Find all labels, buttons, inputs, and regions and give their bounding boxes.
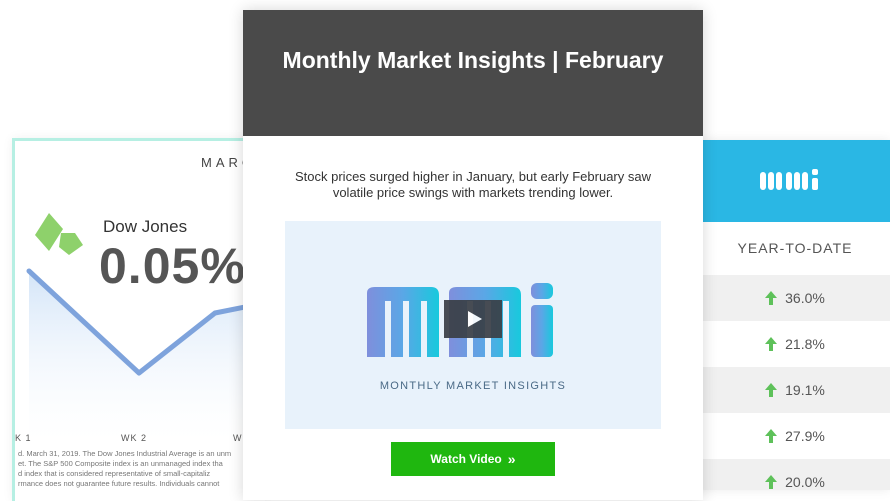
ytd-value: 19.1% (785, 382, 825, 398)
ytd-value: 20.0% (785, 474, 825, 490)
disclaimer-line: d. March 31, 2019. The Dow Jones Industr… (18, 449, 232, 458)
ytd-value: 36.0% (785, 290, 825, 306)
ytd-row: 36.0% (700, 275, 890, 321)
up-arrow-icon (765, 337, 778, 351)
email-intro-text: Stock prices surged higher in January, b… (273, 169, 673, 201)
intro-line: Stock prices surged higher in January, b… (295, 169, 651, 184)
disclaimer-text: d. March 31, 2019. The Dow Jones Industr… (18, 449, 264, 489)
email-header: Monthly Market Insights | February (243, 10, 703, 136)
double-chevron-right-icon: » (507, 451, 516, 467)
week-label-1: K 1 (15, 433, 32, 443)
dow-jones-line-chart (26, 268, 265, 441)
email-title: Monthly Market Insights | February (282, 46, 664, 73)
play-icon (467, 311, 482, 327)
ytd-value: 27.9% (785, 428, 825, 444)
up-arrow-icon (765, 383, 778, 397)
play-button[interactable] (444, 300, 502, 338)
disclaimer-line: rmance does not guarantee future results… (18, 479, 220, 488)
video-caption: MONTHLY MARKET INSIGHTS (379, 380, 567, 392)
up-arrow-icon (765, 291, 778, 305)
ytd-heading: YEAR-TO-DATE (737, 240, 853, 256)
week-label-3: W (233, 433, 243, 443)
disclaimer-line: et. The S&P 500 Composite index is an un… (18, 459, 223, 468)
video-thumbnail[interactable]: MONTHLY MARKET INSIGHTS (285, 221, 661, 429)
ytd-value: 21.8% (785, 336, 825, 352)
disclaimer-line: d index that is considered representativ… (18, 469, 211, 478)
ytd-row: 20.0% (700, 459, 890, 490)
mmi-logo-icon (760, 169, 818, 190)
ytd-row: 21.8% (700, 321, 890, 367)
index-name: Dow Jones (103, 217, 188, 236)
ytd-row: 19.1% (700, 367, 890, 413)
email-card: Monthly Market Insights | February Stock… (243, 10, 703, 500)
up-arrow-icon (765, 429, 778, 443)
watch-video-label: Watch Video (430, 452, 502, 466)
year-to-date-card: YEAR-TO-DATE 36.0% 21.8% 19.1% 27.9% 20.… (700, 140, 890, 490)
dow-jones-card: MARC Dow Jones 0.05% K 1 WK 2 W d. March… (12, 138, 265, 501)
ytd-row: 27.9% (700, 413, 890, 459)
week-label-2: WK 2 (121, 433, 148, 443)
ytd-card-header (700, 140, 890, 222)
intro-line: volatile price swings with markets trend… (332, 185, 614, 200)
watch-video-button[interactable]: Watch Video » (391, 442, 555, 476)
